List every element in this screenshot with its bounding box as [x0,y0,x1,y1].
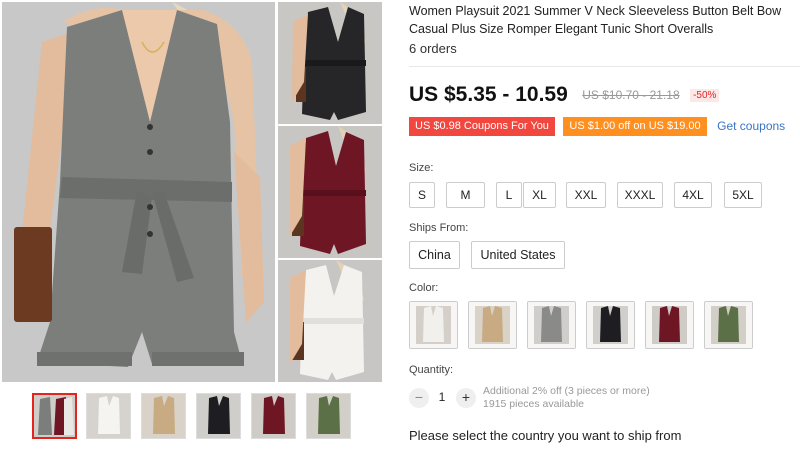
divider [409,66,800,67]
thumbnail-gray[interactable] [32,393,77,439]
current-price: US $5.35 - 10.59 [409,83,568,106]
thumbnail-strip [30,393,360,441]
ship-option-china[interactable]: China [409,241,460,269]
coupon-badge-1[interactable]: US $0.98 Coupons For You [409,117,555,136]
side-image-black[interactable] [278,2,382,124]
orders-count: 6 orders [409,41,457,56]
coupon-badge-2[interactable]: US $1.00 off on US $19.00 [563,117,707,136]
color-label: Color: [409,282,439,294]
thumbnail-green[interactable] [306,393,351,439]
size-option-xl[interactable]: XL [523,182,556,208]
product-gallery [0,0,385,451]
ship-option-united-states[interactable]: United States [471,241,565,269]
stock-available: 1915 pieces available [483,398,584,410]
size-label: Size: [409,162,434,174]
product-info-panel: Women Playsuit 2021 Summer V Neck Sleeve… [409,0,800,451]
side-image-white[interactable] [278,260,382,382]
bulk-discount-note: Additional 2% off (3 pieces or more) [483,385,650,397]
size-option-m[interactable]: M [446,182,485,208]
quantity-label: Quantity: [409,364,454,376]
size-option-s[interactable]: S [409,182,435,208]
get-coupons-link[interactable]: Get coupons [717,117,785,136]
quantity-note: Additional 2% off (3 pieces or more) 191… [483,385,650,411]
side-image-burgundy[interactable] [278,126,382,258]
main-product-image[interactable] [2,2,275,382]
coupon-row: US $0.98 Coupons For You US $1.00 off on… [409,117,785,136]
product-title: Women Playsuit 2021 Summer V Neck Sleeve… [409,4,782,36]
shipping-message: Please select the country you want to sh… [409,428,682,443]
side-image-column [278,2,382,382]
color-swatch-khaki[interactable] [468,301,517,349]
quantity-decrease-button[interactable]: − [409,388,429,408]
thumbnail-burgundy[interactable] [251,393,296,439]
price-row: US $5.35 - 10.59 US $10.70 - 21.18 -50% [409,83,720,109]
color-swatch-gray[interactable] [527,301,576,349]
thumbnail-white[interactable] [86,393,131,439]
ships-from-label: Ships From: [409,222,469,234]
size-option-xxxl[interactable]: XXXL [617,182,663,208]
thumbnail-khaki[interactable] [141,393,186,439]
color-swatch-black[interactable] [586,301,635,349]
size-option-5xl[interactable]: 5XL [724,182,762,208]
color-swatch-white[interactable] [409,301,458,349]
size-option-xxl[interactable]: XXL [566,182,606,208]
original-price: US $10.70 - 21.18 [582,88,680,102]
size-option-l[interactable]: L [496,182,522,208]
quantity-value[interactable]: 1 [435,390,449,404]
quantity-increase-button[interactable]: + [456,388,476,408]
size-option-4xl[interactable]: 4XL [674,182,712,208]
color-swatch-burgundy[interactable] [645,301,694,349]
discount-badge: -50% [690,88,720,102]
color-swatch-green[interactable] [704,301,753,349]
thumbnail-black[interactable] [196,393,241,439]
